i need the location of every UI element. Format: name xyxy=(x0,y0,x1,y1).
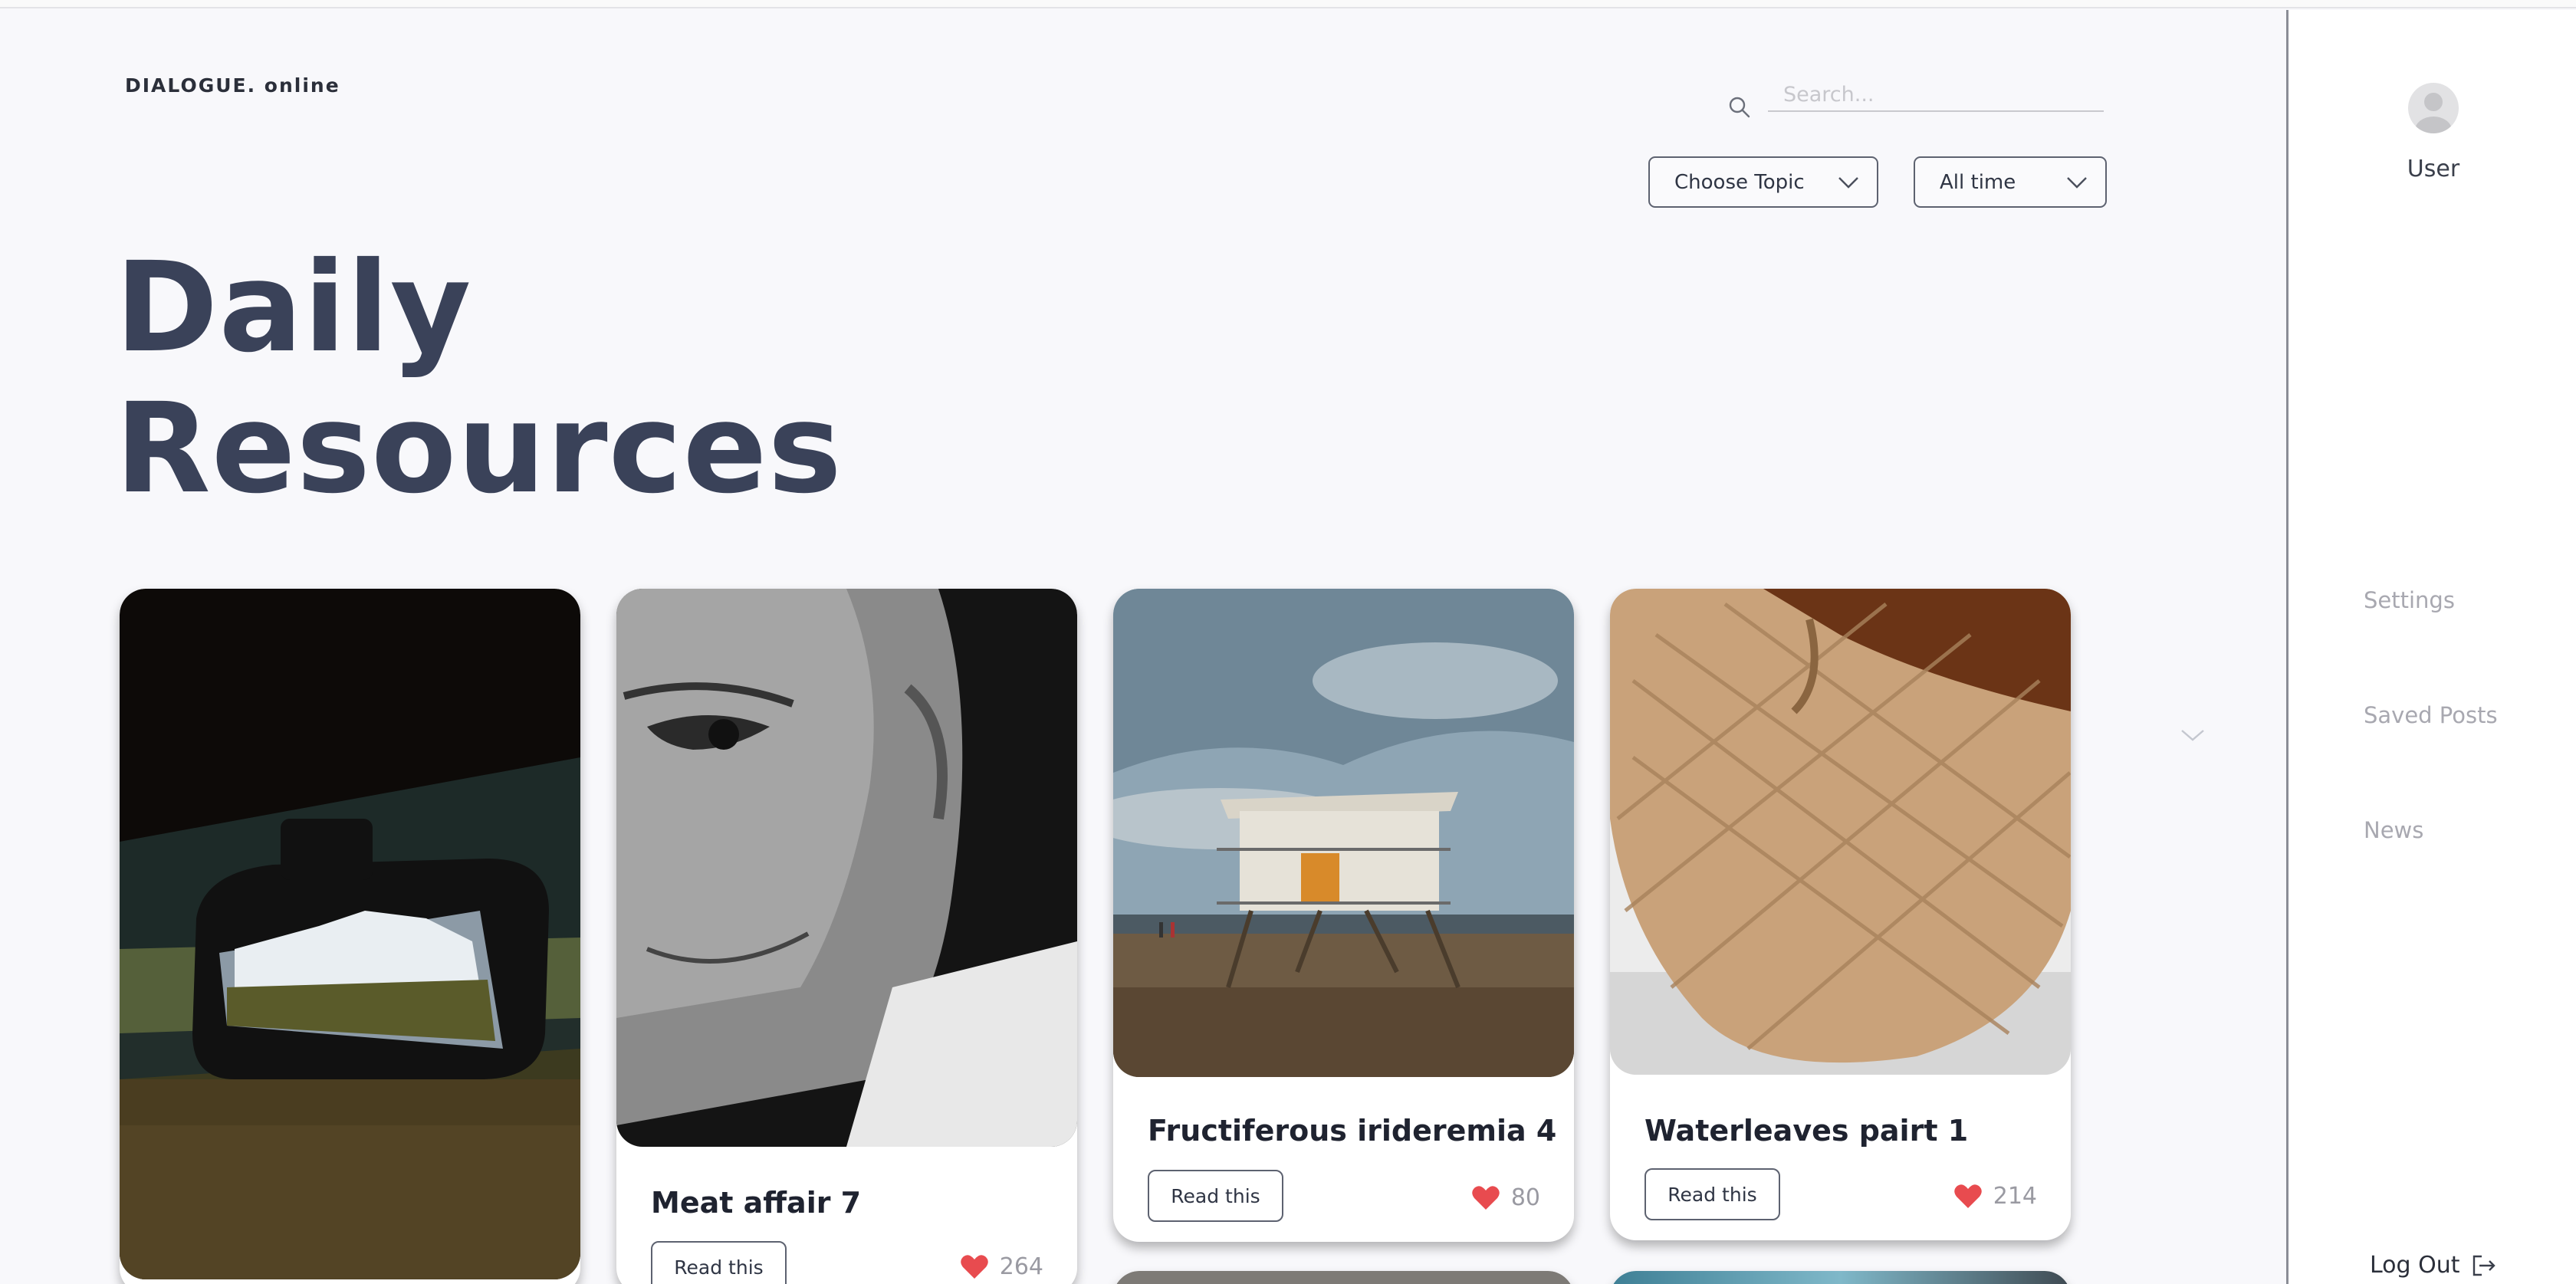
page-title: Daily Resources xyxy=(115,238,843,520)
search-icon[interactable] xyxy=(1727,95,1752,120)
resource-card: Fructiferous irideremia 4 Read this 80 xyxy=(1113,589,1574,1242)
avatar[interactable] xyxy=(2408,83,2459,133)
search-input[interactable] xyxy=(1768,78,2104,112)
time-dropdown-label: All time xyxy=(1940,170,2016,194)
card-title[interactable]: Meat affair 7 xyxy=(651,1186,861,1220)
page-title-line-2: Resources xyxy=(115,377,843,521)
card-title[interactable]: Waterleaves pairt 1 xyxy=(1644,1114,1968,1148)
heart-icon[interactable] xyxy=(1953,1184,1983,1210)
heart-icon[interactable] xyxy=(960,1254,989,1280)
chevron-down-icon xyxy=(1838,177,1858,189)
logout-label: Log Out xyxy=(2370,1252,2460,1279)
chevron-down-icon xyxy=(2067,177,2087,189)
browser-top-edge xyxy=(0,0,2576,8)
read-this-button[interactable]: Read this xyxy=(651,1241,787,1284)
card-thumbnail-photo[interactable] xyxy=(1113,1271,1574,1284)
main-content: DIALOGUE. online Choose Topic All time D… xyxy=(0,10,2286,1284)
page-title-line-1: Daily xyxy=(115,236,472,380)
sidebar-item-news[interactable]: News xyxy=(2364,817,2423,843)
resource-card-next-row xyxy=(1113,1271,1574,1284)
lifeguard-tower-32-photo[interactable] xyxy=(1113,589,1574,1077)
like-count: 264 xyxy=(999,1253,1043,1280)
resource-card-next-row xyxy=(1610,1271,2071,1284)
read-this-button[interactable]: Read this xyxy=(1148,1170,1283,1222)
car-mirror-field-photo[interactable] xyxy=(120,589,580,1279)
time-dropdown[interactable]: All time xyxy=(1914,156,2107,208)
sidebar-item-settings[interactable]: Settings xyxy=(2364,587,2455,613)
brand-logo[interactable]: DIALOGUE. online xyxy=(125,74,340,97)
resource-card: Meat affair 7 Read this 264 xyxy=(616,589,1077,1284)
heart-icon[interactable] xyxy=(1471,1185,1500,1211)
card-title[interactable]: Fructiferous irideremia 4 xyxy=(1148,1114,1556,1148)
like-counter: 80 xyxy=(1471,1184,1540,1211)
card-thumbnail-photo[interactable] xyxy=(1610,1271,2071,1284)
user-avatar-icon xyxy=(2415,93,2452,133)
resource-card: Waterleaves pairt 1 Read this 214 xyxy=(1610,589,2071,1240)
resource-card xyxy=(120,589,580,1284)
like-count: 214 xyxy=(1993,1183,2037,1210)
like-counter: 264 xyxy=(960,1253,1043,1280)
right-sidebar: User Settings Saved Posts News Log Out xyxy=(2286,10,2576,1284)
topic-dropdown-label: Choose Topic xyxy=(1674,170,1805,194)
logout-icon xyxy=(2472,1255,2496,1276)
logout-button[interactable]: Log Out xyxy=(2370,1252,2497,1279)
user-label[interactable]: User xyxy=(2288,156,2576,182)
scroll-down-chevron-icon[interactable] xyxy=(2179,726,2206,744)
sidebar-item-saved-posts[interactable]: Saved Posts xyxy=(2364,702,2498,728)
read-this-button[interactable]: Read this xyxy=(1644,1168,1780,1220)
like-count: 80 xyxy=(1510,1184,1540,1211)
like-counter: 214 xyxy=(1953,1183,2037,1210)
man-portrait-bw-photo[interactable] xyxy=(616,589,1077,1147)
woven-basket-photo[interactable] xyxy=(1610,589,2071,1075)
search-bar xyxy=(1723,78,2104,120)
topic-dropdown[interactable]: Choose Topic xyxy=(1648,156,1878,208)
